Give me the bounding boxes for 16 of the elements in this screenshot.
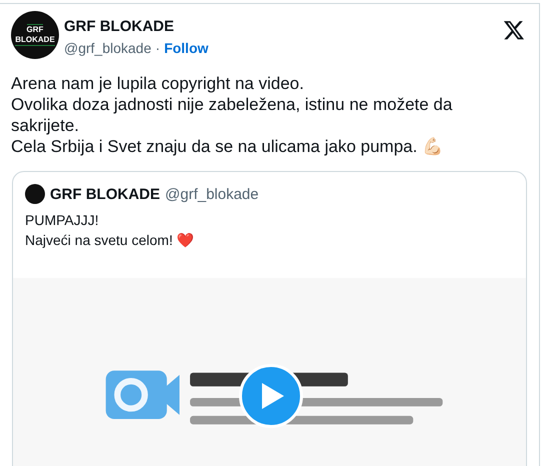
author-handle: @grf_blokade [165,186,259,202]
quote-text: Najveći na svetu celom! ❤ [25,231,195,250]
avatar [25,184,45,204]
tweet-text: Ovolika doza jadnosti nije zabeležena, istinu ne možete da sakrijete. [11,94,454,136]
avatar: GRF BLOKADE [11,11,59,59]
play-icon [262,383,284,409]
x-logo-icon[interactable] [503,19,525,41]
tweet-text: Cela Srbija i Svet znaju da se na ulicama jako pumpa. 💪🏻 [11,136,444,157]
quote-text: PUMPAJJJ! [25,211,100,230]
tweet-text: Arena nam je lupila copyright na video. [11,73,305,94]
follow-link[interactable]: Follow [164,40,208,56]
quote-card[interactable]: GRF BLOKADE @grf_blokade PUMPAJJJ! Najveći na svetu celom! ❤ [12,171,527,466]
separator-dot: · [155,40,160,56]
author-name: GRF BLOKADE [50,186,160,202]
author-name: GRF BLOKADE [64,18,175,35]
author-handle: @grf_blokade [64,40,152,56]
